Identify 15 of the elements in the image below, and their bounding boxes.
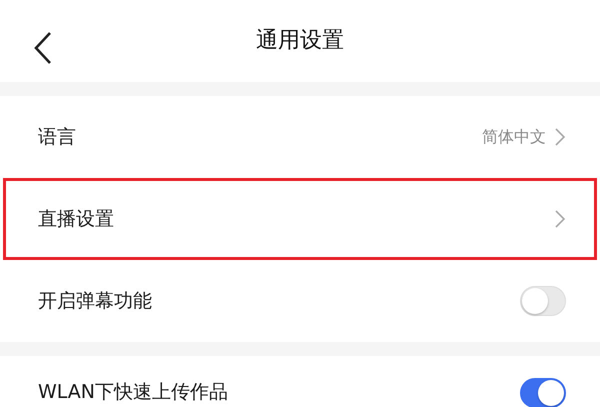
back-button[interactable]	[32, 30, 54, 66]
settings-row[interactable]: 开启弹幕功能	[0, 260, 600, 342]
chevron-right-icon	[554, 127, 566, 147]
toggle-switch[interactable]	[520, 378, 566, 407]
setting-value: 简体中文	[482, 126, 546, 148]
page-title: 通用设置	[256, 27, 344, 55]
setting-label: 语言	[38, 124, 76, 150]
highlighted-settings-row[interactable]: 直播设置	[3, 178, 597, 260]
back-icon	[32, 30, 54, 66]
setting-label: WLAN下快速上传作品	[38, 380, 228, 405]
settings-row[interactable]: 语言 简体中文	[0, 96, 600, 178]
settings-row[interactable]: WLAN下快速上传作品	[0, 356, 600, 407]
setting-label: 直播设置	[38, 206, 114, 232]
chevron-right-icon	[554, 209, 566, 229]
setting-label: 开启弹幕功能	[38, 288, 152, 314]
